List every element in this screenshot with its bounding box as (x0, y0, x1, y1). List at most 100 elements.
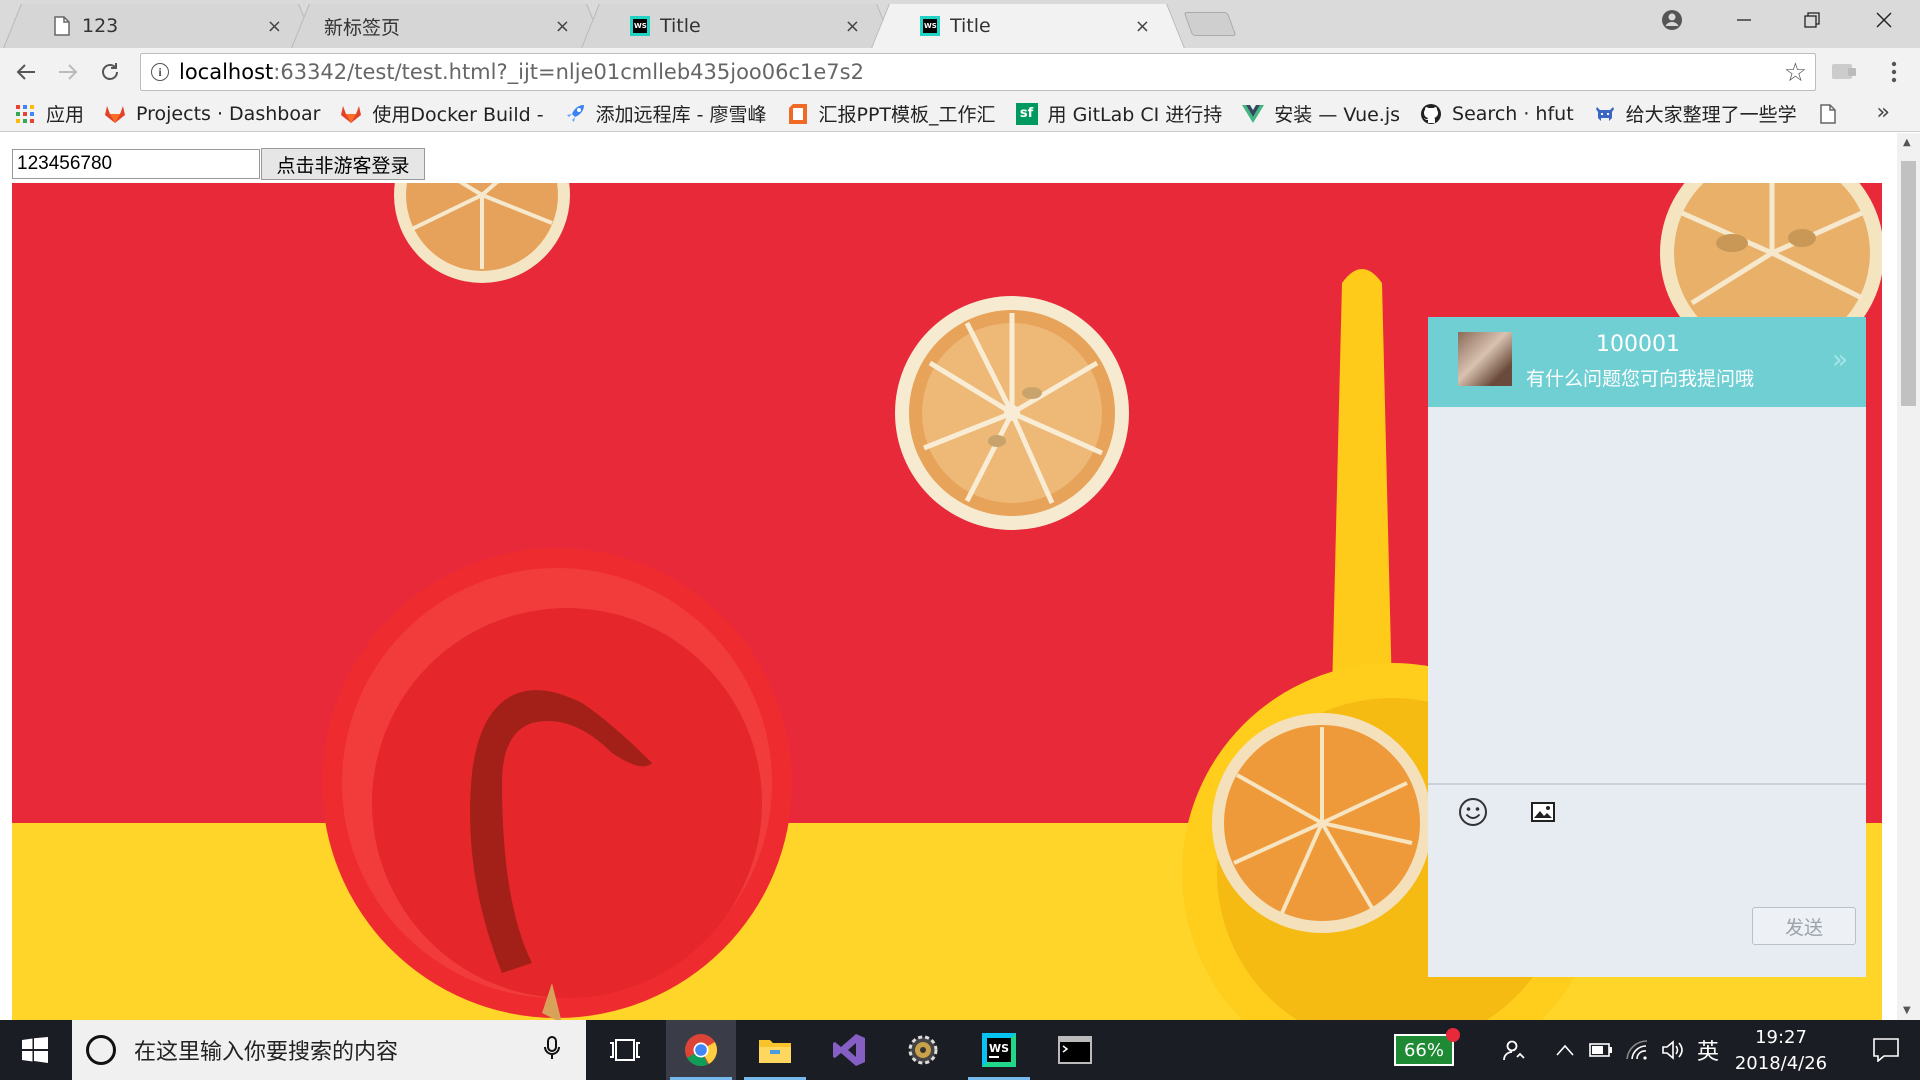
menu-kebab-icon[interactable] (1876, 56, 1912, 88)
bookmark-projects-dashboard[interactable]: Projects · Dashboar (104, 103, 320, 125)
send-button[interactable]: 发送 (1752, 907, 1856, 945)
wifi-icon[interactable] (1620, 1020, 1654, 1080)
bookmark-docker-build[interactable]: 使用Docker Build - (340, 100, 544, 127)
bookmark-github-search[interactable]: Search · hfut (1420, 103, 1574, 125)
taskbar-search-box[interactable]: 在这里输入你要搜索的内容 (72, 1020, 586, 1080)
vue-icon (1242, 103, 1265, 125)
scroll-up-arrow-icon[interactable]: ▲ (1903, 137, 1911, 148)
bookmark-label: 给大家整理了一些学 (1625, 104, 1797, 126)
windows-start-icon[interactable] (0, 1020, 70, 1080)
svg-text:WS: WS (989, 1042, 1009, 1055)
url-path: :63342/test/test.html?_ijt=nlje01cmlleb4… (273, 60, 864, 84)
bookmark-label: Projects · Dashboar (136, 102, 321, 125)
bookmark-label: 应用 (46, 104, 85, 126)
bookmark-study-notes[interactable]: 给大家整理了一些学 (1594, 100, 1797, 127)
emoji-icon[interactable] (1456, 795, 1490, 829)
bookmark-star-icon[interactable]: ☆ (1784, 58, 1807, 88)
bookmark-gitlab-ci[interactable]: sf 用 GitLab CI 进行持 (1015, 100, 1223, 127)
minimize-icon[interactable] (1716, 0, 1772, 40)
bookmarks-bar: 应用 Projects · Dashboar 使用Docker Build - … (0, 96, 1920, 132)
new-tab-button[interactable] (1183, 12, 1237, 36)
scroll-down-arrow-icon[interactable]: ▼ (1903, 1005, 1911, 1016)
chat-greeting: 有什么问题您可向我提问哦 (1526, 368, 1755, 390)
tab-title-1[interactable]: WS Title × (600, 4, 876, 48)
bookmarks-overflow-button[interactable]: » (1877, 100, 1890, 125)
task-view-icon[interactable] (590, 1020, 660, 1080)
member-login-button[interactable]: 点击非游客登录 (261, 148, 425, 180)
tab-new-tab[interactable]: 新标签页 × (310, 4, 586, 48)
webstorm-icon[interactable]: WS (964, 1020, 1034, 1080)
tab-title: Title (950, 15, 991, 37)
scrollbar-thumb[interactable] (1901, 161, 1916, 406)
settings-gear-icon[interactable] (888, 1020, 958, 1080)
bookmark-git-remote[interactable]: 添加远程库 - 廖雪峰 (564, 100, 767, 127)
webstorm-icon: WS (920, 16, 940, 36)
tab-title-2-active[interactable]: WS Title × (890, 4, 1166, 48)
profile-icon[interactable] (1644, 0, 1700, 40)
bookmark-vue-install[interactable]: 安装 — Vue.js (1242, 100, 1400, 127)
volume-icon[interactable] (1656, 1020, 1690, 1080)
close-icon[interactable]: × (1135, 16, 1150, 37)
page-icon (52, 16, 72, 36)
page-viewport: 点击非游客登录 (0, 133, 1897, 1020)
invader-icon (1594, 103, 1616, 125)
collapse-chevron-icon[interactable]: » (1832, 345, 1848, 375)
segmentfault-icon: sf (1015, 102, 1038, 125)
cast-extension-icon[interactable] (1826, 56, 1862, 88)
close-icon[interactable]: × (267, 16, 282, 37)
forward-arrow-icon[interactable] (50, 56, 86, 88)
svg-text:WS: WS (634, 22, 647, 30)
terminal-icon[interactable] (1040, 1020, 1110, 1080)
rocket-icon (564, 103, 586, 125)
restore-icon[interactable] (1784, 0, 1840, 40)
chat-message-area (1428, 407, 1866, 783)
tab-title: Title (660, 15, 701, 37)
system-clock[interactable]: 19:27 2018/4/26 (1722, 1025, 1840, 1077)
bookmark-label: 安装 — Vue.js (1274, 104, 1401, 126)
search-placeholder: 在这里输入你要搜索的内容 (134, 1040, 399, 1065)
reload-icon[interactable] (92, 56, 128, 88)
window-close-icon[interactable] (1856, 0, 1912, 40)
address-bar[interactable]: i localhost:63342/test/test.html?_ijt=nl… (140, 53, 1816, 91)
battery-icon[interactable] (1584, 1020, 1618, 1080)
people-icon[interactable] (1494, 1020, 1534, 1080)
gitlab-icon (104, 103, 126, 125)
chevron-up-icon[interactable] (1548, 1020, 1582, 1080)
input-method-indicator[interactable]: 英 (1692, 1020, 1724, 1080)
browser-toolbar: i localhost:63342/test/test.html?_ijt=nl… (0, 48, 1920, 96)
chat-header: 100001 有什么问题您可向我提问哦 » (1428, 317, 1866, 407)
visual-studio-icon[interactable] (814, 1020, 884, 1080)
back-arrow-icon[interactable] (8, 56, 44, 88)
close-icon[interactable]: × (845, 16, 860, 37)
action-center-icon[interactable] (1852, 1020, 1920, 1080)
bookmark-ppt-template[interactable]: 汇报PPT模板_工作汇 (787, 100, 996, 127)
close-icon[interactable]: × (555, 16, 570, 37)
user-id-input[interactable] (12, 149, 260, 179)
svg-text:WS: WS (924, 22, 937, 30)
tab-123[interactable]: 123 × (22, 4, 298, 48)
bookmark-label: 用 GitLab CI 进行持 (1047, 104, 1223, 126)
bookmark-apps[interactable]: 应用 (14, 100, 84, 127)
info-icon[interactable]: i (151, 63, 169, 81)
battery-indicator[interactable]: 66% (1394, 1034, 1454, 1066)
clock-time: 19:27 (1755, 1027, 1807, 1048)
cortana-icon[interactable] (86, 1035, 116, 1065)
image-upload-icon[interactable] (1526, 795, 1560, 829)
chrome-icon[interactable] (666, 1020, 736, 1080)
apps-grid-icon (14, 103, 36, 125)
chat-widget: 100001 有什么问题您可向我提问哦 » 发送 (1428, 317, 1866, 977)
windows-taskbar: 在这里输入你要搜索的内容 WS 66% 英 19:27 2018/4/26 (0, 1020, 1920, 1080)
tab-title: 新标签页 (324, 16, 401, 39)
bookmark-label: Search · hfut (1452, 102, 1574, 125)
file-explorer-icon[interactable] (740, 1020, 810, 1080)
bookmark-blank-page[interactable] (1817, 103, 1849, 125)
notification-dot (1446, 1028, 1460, 1042)
tab-title: 123 (82, 15, 119, 37)
ppt-icon (787, 103, 809, 125)
webstorm-icon: WS (630, 16, 650, 36)
url-host: localhost (179, 60, 274, 84)
chat-divider (1428, 783, 1866, 785)
page-scrollbar[interactable]: ▲ ▼ (1897, 133, 1920, 1020)
microphone-icon[interactable] (544, 1036, 560, 1064)
bookmark-label: 添加远程库 - 廖雪峰 (595, 104, 767, 126)
